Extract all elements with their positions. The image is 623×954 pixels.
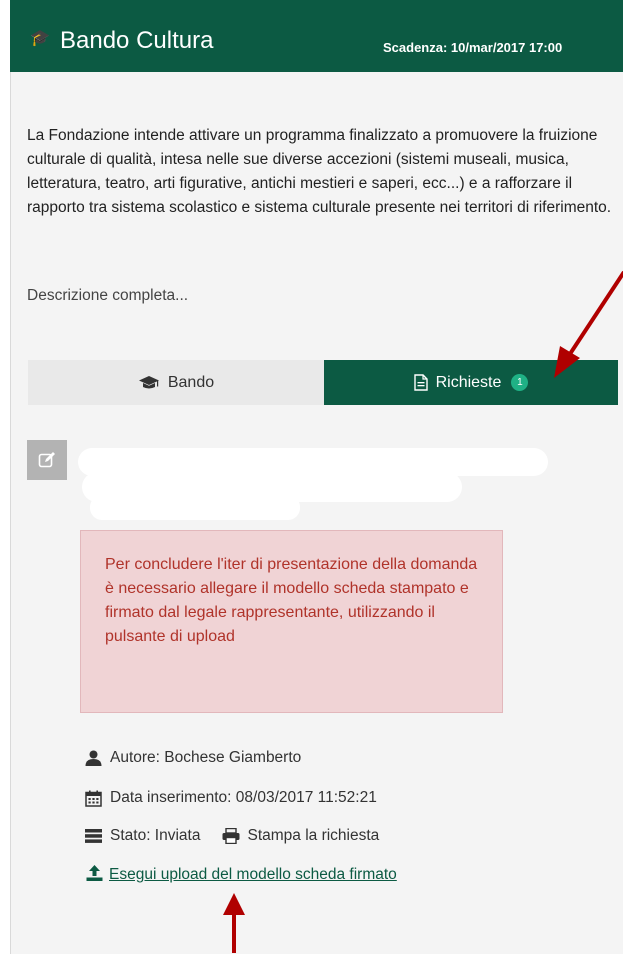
tab-label: Richieste (435, 373, 502, 391)
page-title: Bando Cultura (60, 27, 214, 54)
status-label: Stato: Inviata (110, 827, 201, 844)
edit-icon (38, 452, 55, 468)
list-icon (85, 829, 102, 843)
tab-bar: Bando Richieste 1 (28, 360, 618, 405)
author-label: Autore: Bochese Giamberto (110, 749, 302, 766)
author-row: Autore: Bochese Giamberto (85, 749, 301, 767)
printer-icon (222, 828, 240, 844)
tab-bando[interactable]: Bando (28, 360, 324, 405)
page-header: 🎓 Bando Cultura Scadenza: 10/mar/2017 17… (10, 0, 623, 72)
tab-label: Bando (167, 373, 215, 391)
document-icon (413, 374, 428, 391)
date-label: Data inserimento: 08/03/2017 11:52:21 (110, 789, 377, 806)
alert-text: Per concludere l'iter di presentazione d… (105, 556, 478, 645)
count-badge: 1 (511, 374, 529, 391)
print-request-link[interactable]: Stampa la richiesta (222, 827, 379, 845)
graduation-cap-icon: 🎓 (30, 30, 50, 47)
redacted-area (90, 495, 300, 520)
user-icon (85, 750, 102, 766)
tab-richieste[interactable]: Richieste 1 (324, 360, 618, 405)
upload-row: Esegui upload del modello scheda firmato (80, 862, 460, 887)
deadline-label: Scadenza: 10/mar/2017 17:00 (383, 40, 563, 55)
alert-box: Per concludere l'iter di presentazione d… (80, 530, 503, 713)
calendar-icon (85, 790, 102, 807)
description-text: La Fondazione intende attivare un progra… (27, 127, 612, 216)
graduation-cap-icon (138, 375, 159, 388)
edit-button[interactable] (27, 440, 67, 480)
print-link-label: Stampa la richiesta (247, 827, 380, 844)
date-row: Data inserimento: 08/03/2017 11:52:21 (85, 789, 377, 807)
upload-model-link[interactable]: Esegui upload del modello scheda firmato (109, 866, 397, 883)
full-description-link[interactable]: Descrizione completa... (27, 287, 188, 305)
status-row: Stato: Inviata Stampa la richiesta (85, 827, 379, 845)
upload-icon (86, 865, 103, 881)
